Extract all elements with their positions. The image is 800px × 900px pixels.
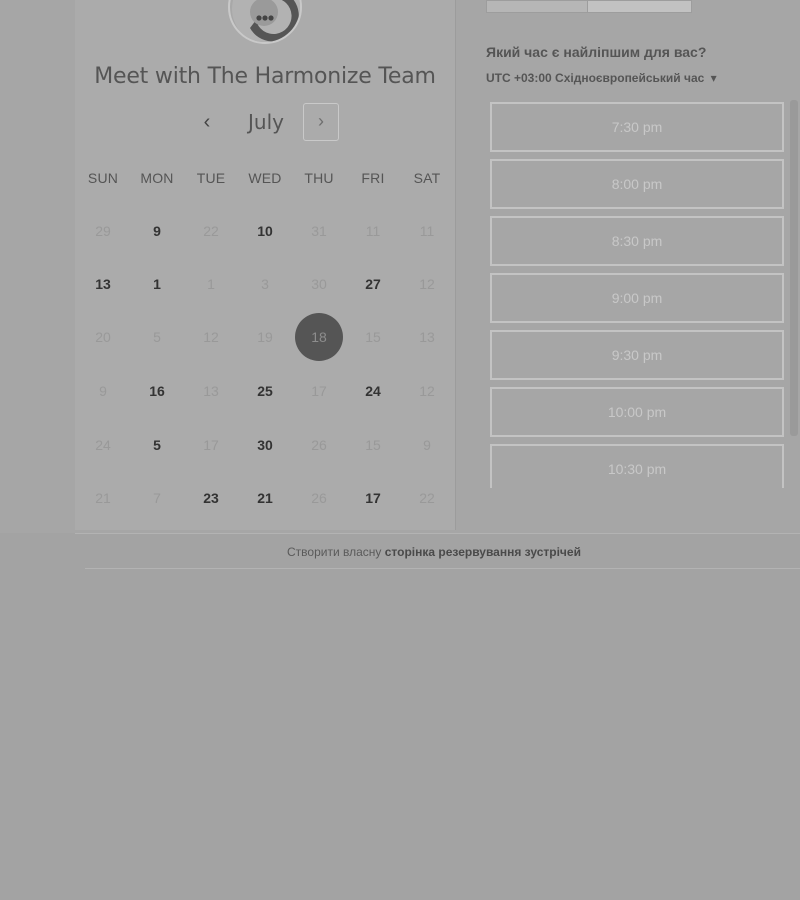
calendar-day: 26 bbox=[311, 437, 327, 453]
calendar-day: 12 bbox=[419, 383, 435, 399]
calendar-day: 9 bbox=[423, 437, 431, 453]
calendar-day-selected[interactable]: 18 bbox=[295, 313, 343, 361]
calendar-day: 22 bbox=[203, 223, 219, 239]
time-slot-scrollbar[interactable] bbox=[790, 100, 798, 436]
calendar-day: 11 bbox=[365, 223, 381, 239]
calendar-day: 11 bbox=[419, 223, 435, 239]
calendar-day: 19 bbox=[257, 329, 273, 345]
calendar-day: 13 bbox=[419, 329, 435, 345]
calendar-day[interactable]: 23 bbox=[184, 488, 238, 508]
time-slot-list: 7:30 pm 8:00 pm 8:30 pm 9:00 pm 9:30 pm 10:00… bbox=[486, 96, 786, 488]
calendar-day: 15 bbox=[365, 329, 381, 345]
calendar-day[interactable]: 9 bbox=[130, 221, 184, 241]
footer-prefix: Створити власну bbox=[287, 545, 382, 559]
timezone-select[interactable]: UTC +03:00 Східноєвропейський час ▾ bbox=[486, 71, 717, 85]
calendar-day: 30 bbox=[311, 276, 327, 292]
calendar-day: 9 bbox=[99, 383, 107, 399]
calendar-day[interactable]: 17 bbox=[346, 488, 400, 508]
time-slot-button[interactable]: 8:30 pm bbox=[490, 216, 784, 266]
calendar-day: 29 bbox=[95, 223, 111, 239]
calendar-day[interactable]: 5 bbox=[130, 435, 184, 455]
calendar-day: 5 bbox=[153, 329, 161, 345]
create-booking-page-link[interactable]: сторінка резервування зустрічей bbox=[385, 545, 581, 559]
calendar-day[interactable]: 21 bbox=[238, 488, 292, 508]
calendar-day: 31 bbox=[311, 223, 327, 239]
time-slot-button[interactable]: 9:30 pm bbox=[490, 330, 784, 380]
calendar-day[interactable]: 25 bbox=[238, 381, 292, 401]
view-toggle-right[interactable] bbox=[588, 1, 691, 12]
timezone-label: UTC +03:00 Східноєвропейський час bbox=[486, 71, 705, 85]
footer-divider bbox=[85, 568, 800, 569]
calendar-day: 17 bbox=[311, 383, 327, 399]
calendar-day: 22 bbox=[419, 490, 435, 506]
view-toggle bbox=[486, 0, 692, 13]
calendar-day[interactable]: 1 bbox=[130, 274, 184, 294]
calendar-day: 15 bbox=[365, 437, 381, 453]
calendar-day: 12 bbox=[203, 329, 219, 345]
time-question: Який час є найліпшим для вас? bbox=[486, 44, 707, 60]
calendar-day[interactable]: 24 bbox=[346, 381, 400, 401]
calendar-day: 24 bbox=[95, 437, 111, 453]
calendar-day: 21 bbox=[95, 490, 111, 506]
calendar-day: 3 bbox=[261, 276, 269, 292]
caret-down-icon: ▾ bbox=[710, 71, 717, 85]
calendar-day[interactable]: 16 bbox=[130, 381, 184, 401]
calendar-day: 1 bbox=[207, 276, 215, 292]
calendar-day[interactable]: 13 bbox=[76, 274, 130, 294]
calendar-day[interactable]: 27 bbox=[346, 274, 400, 294]
calendar-grid: 29 9 22 10 31 11 11 13 1 1 3 30 27 12 20 5 12 19 18 15 13 9 16… bbox=[76, 0, 454, 530]
calendar-day: 17 bbox=[203, 437, 219, 453]
calendar-day: 13 bbox=[203, 383, 219, 399]
footer-text: Створити власну сторінка резервування зу… bbox=[287, 545, 581, 559]
time-slot-button[interactable]: 7:30 pm bbox=[490, 102, 784, 152]
view-toggle-left[interactable] bbox=[487, 1, 588, 12]
time-slot-button[interactable]: 10:00 pm bbox=[490, 387, 784, 437]
calendar-day[interactable]: 10 bbox=[238, 221, 292, 241]
calendar-day: 7 bbox=[153, 490, 161, 506]
calendar-day: 26 bbox=[311, 490, 327, 506]
time-slot-button[interactable]: 10:30 pm bbox=[490, 444, 784, 488]
time-slot-button[interactable]: 9:00 pm bbox=[490, 273, 784, 323]
time-slot-button[interactable]: 8:00 pm bbox=[490, 159, 784, 209]
calendar-day: 20 bbox=[95, 329, 111, 345]
calendar-day[interactable]: 30 bbox=[238, 435, 292, 455]
calendar-day: 12 bbox=[419, 276, 435, 292]
